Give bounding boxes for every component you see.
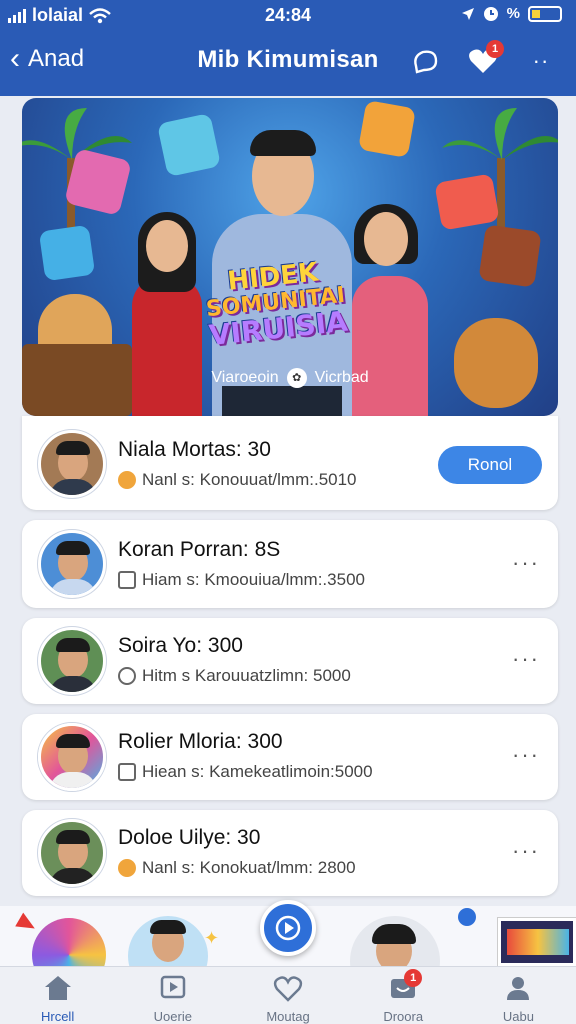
list-item[interactable]: Soira Yo: 300 Hitm s Karouuatzlimn: 5000… — [22, 618, 558, 704]
tab-badge: 1 — [404, 969, 423, 987]
hero-caption-right: Vicrbad — [314, 369, 369, 386]
more-options-button[interactable]: ··· — [512, 838, 540, 864]
list-item-meta: Hitm s Karouuatzlimn: 5000 — [118, 666, 351, 686]
profile-icon — [503, 973, 533, 1003]
camera-icon — [118, 571, 136, 589]
sparkle-icon: ✦ — [204, 928, 220, 948]
avatar[interactable] — [38, 819, 106, 887]
battery-icon — [528, 5, 562, 22]
arrow-icon — [15, 912, 39, 936]
tab-label: Uabu — [502, 1009, 534, 1024]
inbox-icon: 1 — [388, 969, 423, 1003]
battery-text: % — [506, 5, 520, 22]
location-icon — [461, 7, 474, 20]
video-thumbnail[interactable] — [498, 918, 576, 966]
top-bar: lolaial 24:84 % ‹ Anad Mib Kimumisan 1 ·… — [0, 0, 576, 96]
heart-icon — [273, 973, 303, 1003]
hero-caption: Viaroeoin ✿ Vicrbad — [22, 368, 558, 388]
tab-videos[interactable]: Uoerie — [115, 967, 230, 1024]
tab-label: Hrcell — [40, 1009, 75, 1024]
list-item-name: Doloe Uilye: 30 — [118, 826, 261, 849]
tab-inbox[interactable]: 1 Droora — [346, 967, 461, 1024]
avatar[interactable] — [38, 723, 106, 791]
list-item[interactable]: Doloe Uilye: 30 Nanl s: Konokuat/lmm: 28… — [22, 810, 558, 896]
microphone-icon — [458, 908, 476, 926]
notifications-button[interactable]: 1 — [466, 40, 504, 78]
status-right: % — [461, 5, 562, 22]
tab-favorites[interactable]: Moutag — [230, 967, 345, 1024]
list-item-meta: Nanl s: Konokuat/lmm: 2800 — [118, 858, 356, 878]
list-item-name: Rolier Mloria: 300 — [118, 730, 283, 753]
play-icon — [158, 973, 188, 1003]
list-item-meta: Hiean s: Kamekeatlimoin:5000 — [118, 762, 373, 782]
story-avatar[interactable] — [350, 916, 440, 968]
more-options-button[interactable]: ··· — [512, 646, 540, 672]
emoji-icon — [118, 471, 136, 489]
play-fab-button[interactable] — [260, 900, 316, 956]
story-avatar[interactable] — [128, 916, 208, 968]
home-icon — [43, 973, 73, 1003]
more-options-button[interactable]: ··· — [512, 742, 540, 768]
tab-label: Moutag — [266, 1009, 310, 1024]
more-dots-icon: ·· — [532, 48, 550, 73]
clock-icon — [118, 667, 136, 685]
nav-bar: ‹ Anad Mib Kimumisan 1 ·· — [0, 40, 576, 84]
avatar[interactable] — [38, 430, 106, 498]
notification-badge: 1 — [486, 40, 504, 58]
list-item-name: Soira Yo: 300 — [118, 634, 243, 657]
floating-app-card — [434, 173, 500, 231]
more-menu-button[interactable]: ·· — [524, 44, 558, 78]
list-item-name: Koran Porran: 8S — [118, 538, 281, 561]
header-actions: 1 ·· — [408, 40, 558, 78]
alarm-icon — [483, 6, 498, 21]
camera-icon — [118, 763, 136, 781]
bottom-tab-bar: Hrcell Uoerie Moutag 1 Droora Uabu — [0, 966, 576, 1024]
list-item-meta: Hiam s: Kmoouiua/lmm:.3500 — [118, 570, 365, 590]
tab-label: Uoerie — [153, 1009, 192, 1024]
hero-banner[interactable]: HIDEK SOMUNITAI VIRUISIA Viaroeoin ✿ Vic… — [22, 98, 558, 416]
list-item[interactable]: Koran Porran: 8S Hiam s: Kmoouiua/lmm:.3… — [22, 520, 558, 608]
hero-logo: HIDEK SOMUNITAI VIRUISIA — [204, 257, 350, 353]
list-item[interactable]: Niala Mortas: 30 Nanl s: Konouuat/lmm:.5… — [22, 416, 558, 510]
tab-profile[interactable]: Uabu — [461, 967, 576, 1024]
more-options-button[interactable]: ··· — [512, 550, 540, 576]
story-avatar[interactable] — [32, 918, 106, 968]
chat-button[interactable] — [408, 44, 442, 78]
floating-app-card — [38, 224, 96, 282]
paw-icon: ✿ — [286, 368, 307, 388]
chat-bubble-icon — [414, 50, 438, 74]
hero-caption-left: Viaroeoin — [211, 369, 279, 386]
list-item-name: Niala Mortas: 30 — [118, 438, 271, 461]
play-icon — [275, 915, 301, 941]
guitar-kid-illustration — [454, 318, 538, 408]
floating-app-card — [478, 224, 542, 288]
tab-label: Droora — [383, 1009, 424, 1024]
list-item[interactable]: Rolier Mloria: 300 Hiean s: Kamekeatlimo… — [22, 714, 558, 800]
avatar[interactable] — [38, 627, 106, 695]
follow-button[interactable]: Ronol — [438, 446, 542, 484]
emoji-icon — [118, 859, 136, 877]
avatar[interactable] — [38, 530, 106, 598]
tab-home[interactable]: Hrcell — [0, 967, 115, 1024]
list-item-meta: Nanl s: Konouuat/lmm:.5010 — [118, 470, 357, 490]
status-bar: lolaial 24:84 % — [0, 0, 576, 30]
